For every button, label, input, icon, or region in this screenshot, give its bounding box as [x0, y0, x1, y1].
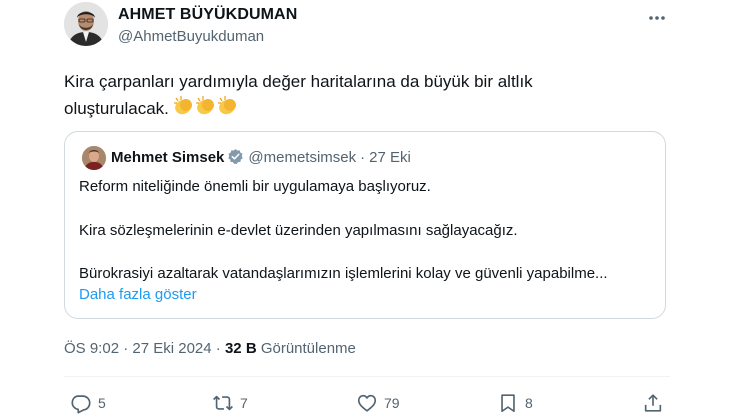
- meta-separator-1: ·: [123, 340, 129, 357]
- author-handle[interactable]: @AhmetBuyukduman: [118, 28, 264, 45]
- bookmark-icon: [501, 394, 515, 413]
- repost-count: 7: [240, 395, 248, 411]
- verified-badge-icon: [227, 148, 244, 169]
- reply-icon: [71, 395, 91, 414]
- tweet-date[interactable]: 27 Eki 2024: [132, 340, 211, 357]
- quoted-text-line-3: Bürokrasiyi azaltarak vatandaşlarımızın …: [79, 265, 608, 282]
- author-name[interactable]: AHMET BÜYÜKDUMAN: [118, 6, 297, 24]
- tweet-text: Kira çarpanları yardımıyla değer harital…: [64, 68, 684, 125]
- quoted-author-avatar[interactable]: [82, 146, 106, 170]
- tweet-meta: ÖS 9:02 · 27 Eki 2024 · 32 B Görüntülenm…: [64, 340, 356, 357]
- quoted-header: Mehmet Simsek @memetsimsek · 27 Eki: [111, 148, 411, 169]
- tweet-text-line-2: oluşturulacak.: [64, 95, 684, 125]
- more-icon: [649, 16, 665, 20]
- views-count: 32 B: [224, 340, 257, 357]
- divider: [64, 376, 670, 377]
- share-button[interactable]: [642, 392, 664, 414]
- quoted-author-name[interactable]: Mehmet Simsek: [111, 149, 224, 166]
- show-more-link[interactable]: Daha fazla göster: [79, 286, 197, 303]
- repost-icon: [213, 395, 233, 411]
- bookmark-count: 8: [525, 395, 533, 411]
- bookmark-button[interactable]: 8: [497, 392, 533, 414]
- quoted-separator: ·: [360, 149, 366, 166]
- quoted-tweet[interactable]: Mehmet Simsek @memetsimsek · 27 Eki Reform…: [64, 131, 666, 319]
- action-bar: 5 7 79 8: [0, 392, 730, 416]
- reply-button[interactable]: 5: [70, 392, 106, 414]
- more-options-button[interactable]: [645, 8, 669, 28]
- quoted-date[interactable]: 27 Eki: [369, 149, 411, 166]
- tweet: AHMET BÜYÜKDUMAN @AhmetBuyukduman Kira ç…: [0, 0, 730, 420]
- repost-button[interactable]: 7: [212, 392, 248, 414]
- tweet-text-line-2-text: oluşturulacak.: [64, 99, 169, 118]
- views-label: Görüntülenme: [260, 340, 356, 357]
- tweet-time[interactable]: ÖS 9:02: [64, 340, 119, 357]
- quoted-author-handle[interactable]: @memetsimsek: [248, 149, 356, 166]
- quoted-text-line-1: Reform niteliğinde önemli bir uygulamaya…: [79, 178, 431, 195]
- quoted-text-line-2: Kira sözleşmelerinin e-devlet üzerinden …: [79, 222, 518, 239]
- reply-count: 5: [98, 395, 106, 411]
- like-button[interactable]: 79: [356, 392, 400, 414]
- meta-separator-2: ·: [215, 340, 221, 357]
- like-icon: [357, 394, 377, 412]
- like-count: 79: [384, 395, 400, 411]
- clapping-hands-emoji: [173, 95, 239, 125]
- tweet-text-line-1: Kira çarpanları yardımıyla değer harital…: [64, 72, 533, 91]
- author-avatar[interactable]: [64, 2, 108, 46]
- share-icon: [644, 394, 662, 412]
